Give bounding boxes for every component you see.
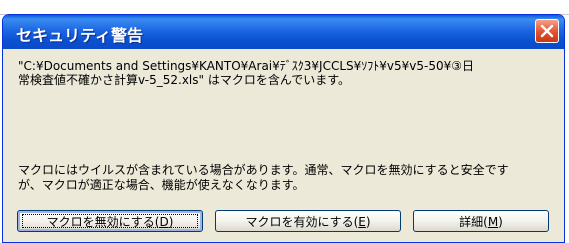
- message-line-2: 常検査値不確かさ計算v-5_52.xls" はマクロを含んでいます。: [18, 73, 351, 87]
- background-window-strip: [0, 0, 569, 15]
- message-line-1: "C:¥Documents and Settings¥KANTO¥Arai¥ﾃﾞ…: [18, 59, 475, 73]
- dialog-body: "C:¥Documents and Settings¥KANTO¥Arai¥ﾃﾞ…: [7, 49, 560, 242]
- details-label: 詳細(M): [459, 214, 503, 229]
- enable-macros-button[interactable]: マクロを有効にする(E): [215, 210, 401, 232]
- warning-line-1: マクロにはウイルスが含まれている場合があります。通常、マクロを無効にすると安全で…: [18, 163, 509, 177]
- close-button[interactable]: [535, 19, 559, 43]
- details-button[interactable]: 詳細(M): [413, 210, 549, 232]
- warning-line-2: が、マクロが適正な場合、機能が使えなくなります。: [18, 178, 305, 192]
- disable-macros-label: マクロを無効にする(D): [46, 214, 174, 229]
- dialog-title: セキュリティ警告: [16, 26, 144, 45]
- disable-macros-button[interactable]: マクロを無効にする(D): [17, 210, 203, 232]
- title-bar[interactable]: セキュリティ警告: [3, 15, 564, 49]
- enable-macros-label: マクロを有効にする(E): [245, 214, 371, 229]
- close-icon: [540, 24, 554, 38]
- security-warning-dialog: セキュリティ警告 "C:¥Documents and Settings¥KANT…: [2, 14, 565, 243]
